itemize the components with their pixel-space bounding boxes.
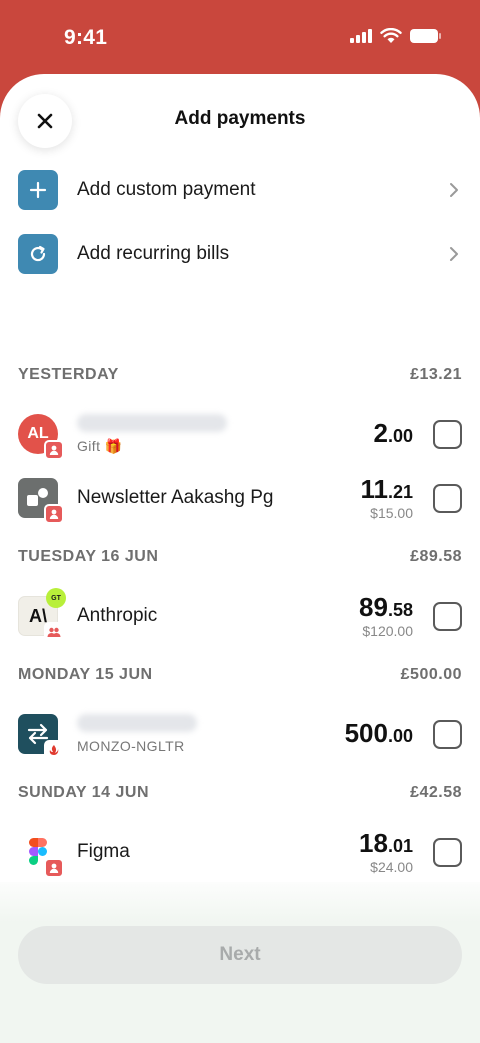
status-time: 9:41 (64, 26, 108, 49)
transaction-amount: 500.00 (345, 719, 413, 750)
transaction-amount: 2.00 (374, 419, 414, 450)
original-amount: $15.00 (370, 505, 413, 521)
section-header-sunday: SUNDAY 14 JUN £42.58 (18, 782, 462, 804)
transaction-details: Anthropic (77, 605, 359, 627)
add-payments-sheet: Add payments Add custom payment Add recu… (0, 74, 480, 1043)
section-total: £500.00 (400, 666, 462, 683)
cellular-signal-icon (350, 29, 372, 43)
amount-decimal: .00 (387, 725, 413, 746)
merchant-name: Figma (77, 841, 130, 862)
next-button[interactable]: Next (18, 926, 462, 984)
original-amount: $120.00 (362, 623, 413, 639)
select-checkbox[interactable] (433, 719, 462, 749)
plus-icon (18, 170, 58, 210)
gt-mini-badge: GT (46, 588, 66, 608)
amount-integer: 89 (359, 592, 388, 622)
add-recurring-bills-label: Add recurring bills (77, 243, 230, 264)
add-recurring-bills-row[interactable]: Add recurring bills (18, 234, 462, 274)
person-badge-icon (44, 504, 64, 524)
transaction-amount: 89.58 $120.00 (359, 593, 413, 639)
amount-decimal: .00 (387, 425, 413, 446)
transaction-row[interactable]: MONZO-NGLTR 500.00 (18, 710, 462, 760)
bank-logo-badge-icon (44, 740, 64, 760)
transaction-sub: Gift 🎁 (77, 437, 123, 454)
section-header-yesterday: YESTERDAY £13.21 (18, 364, 462, 386)
add-custom-payment-row[interactable]: Add custom payment (18, 170, 462, 210)
transaction-row[interactable]: A\ GT Anthropic 89.58 $120.00 (18, 588, 462, 642)
select-checkbox[interactable] (433, 601, 462, 631)
person-badge-icon (44, 440, 64, 460)
section-header-monday: MONDAY 15 JUN £500.00 (18, 664, 462, 686)
battery-icon (410, 29, 441, 43)
redacted-merchant-name (77, 413, 227, 432)
transaction-reference: MONZO-NGLTR (77, 738, 185, 754)
page-title: Add payments (174, 108, 306, 129)
transaction-amount: 18.01 $24.00 (359, 829, 413, 875)
select-checkbox[interactable] (433, 837, 462, 867)
transaction-details: Gift 🎁 (77, 413, 374, 455)
chevron-right-icon (450, 247, 458, 261)
add-custom-payment-label: Add custom payment (77, 179, 256, 200)
gift-icon: 🎁 (104, 437, 123, 454)
amount-integer: 500 (344, 717, 388, 748)
transaction-details: MONZO-NGLTR (77, 714, 345, 754)
chevron-right-icon (450, 183, 458, 197)
avatar: A\ GT (18, 588, 66, 642)
section-total: £89.58 (410, 548, 462, 565)
transaction-row[interactable]: AL Gift 🎁 2.00 (18, 410, 462, 460)
person-badge-icon (44, 858, 64, 878)
status-icons (350, 28, 441, 44)
refresh-icon (18, 234, 58, 274)
amount-integer: 18 (359, 828, 388, 858)
transaction-amount: 11.21 $15.00 (360, 475, 413, 521)
amount-decimal: .58 (387, 600, 413, 620)
group-badge-icon (44, 622, 64, 642)
merchant-name: Newsletter Aakashg Pg (77, 487, 274, 508)
avatar (18, 832, 64, 878)
amount-decimal: .21 (387, 482, 413, 502)
section-header-tuesday: TUESDAY 16 JUN £89.58 (18, 546, 462, 568)
original-amount: $24.00 (370, 859, 413, 875)
redacted-merchant-name (77, 714, 197, 732)
transaction-details: Newsletter Aakashg Pg (77, 487, 360, 509)
transaction-row[interactable]: Figma 18.01 $24.00 (18, 828, 462, 878)
merchant-name: Anthropic (77, 605, 158, 626)
section-total: £13.21 (410, 366, 462, 383)
transaction-row[interactable]: Newsletter Aakashg Pg 11.21 $15.00 (18, 474, 462, 524)
transaction-details: Figma (77, 841, 359, 863)
section-label: MONDAY 15 JUN (18, 666, 153, 683)
section-label: YESTERDAY (18, 366, 119, 383)
section-label: TUESDAY 16 JUN (18, 548, 159, 565)
amount-integer: 11 (360, 474, 388, 504)
section-total: £42.58 (410, 784, 462, 801)
amount-integer: 2 (373, 417, 388, 448)
amount-decimal: .01 (387, 836, 413, 856)
avatar (18, 714, 64, 760)
status-bar: 9:41 (0, 0, 480, 78)
section-label: SUNDAY 14 JUN (18, 784, 149, 801)
avatar (18, 478, 64, 524)
wifi-icon (380, 28, 402, 43)
select-checkbox[interactable] (433, 483, 462, 513)
avatar: AL (18, 414, 64, 460)
select-checkbox[interactable] (433, 419, 462, 449)
